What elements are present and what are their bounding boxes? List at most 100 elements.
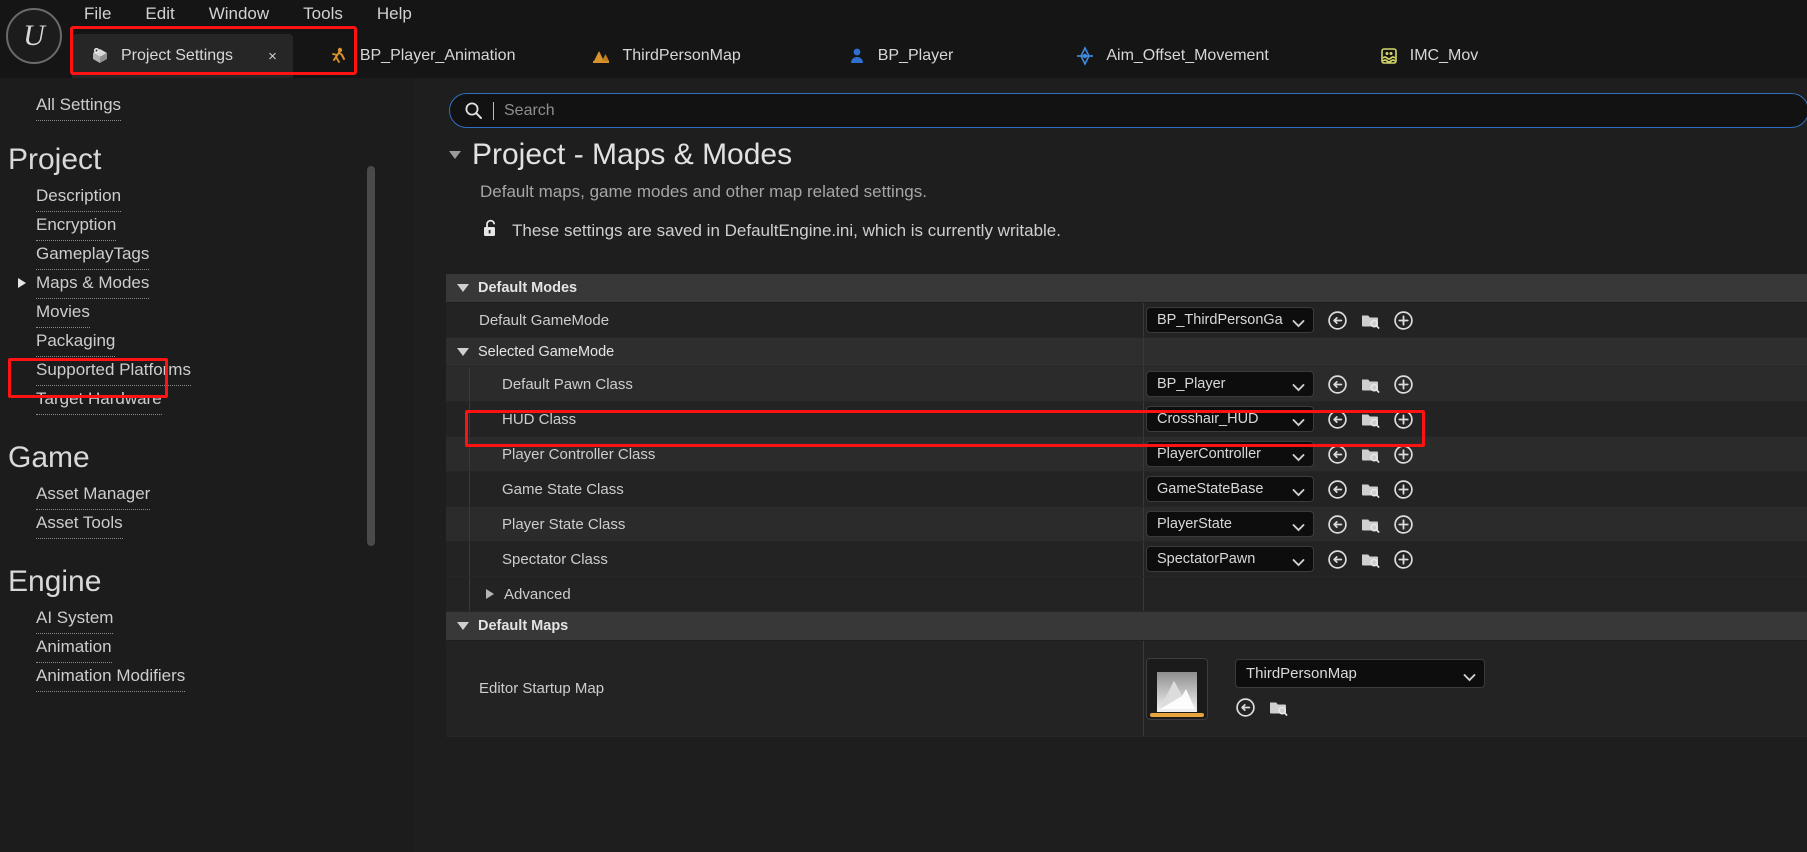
section-header-default-modes[interactable]: Default Modes <box>446 274 1807 303</box>
spectator-class-dropdown[interactable]: SpectatorPawn <box>1146 546 1314 572</box>
chevron-down-icon <box>1292 520 1305 531</box>
menu-edit[interactable]: Edit <box>141 2 178 26</box>
hud-class-dropdown[interactable]: Crosshair_HUD <box>1146 406 1314 432</box>
sidebar-item-target-hardware[interactable]: Target Hardware <box>36 386 162 415</box>
settings-navigation-panel: All Settings Project Description Encrypt… <box>0 78 413 852</box>
sidebar-item-animation-modifiers[interactable]: Animation Modifiers <box>36 663 186 692</box>
settings-detail-panel: Search Project - Maps & Modes Default ma… <box>413 78 1807 852</box>
sidebar-row-animation-modifiers: Animation Modifiers <box>0 663 380 692</box>
section-header-selected-gamemode[interactable]: Selected GameMode <box>446 338 1807 367</box>
add-new-icon[interactable] <box>1393 310 1414 331</box>
menu-file[interactable]: File <box>80 2 115 26</box>
tab-label: IMC_Mov <box>1409 47 1479 64</box>
tab-bp-player[interactable]: BP_Player <box>829 34 970 78</box>
reset-to-default-icon[interactable] <box>1327 444 1348 465</box>
default-pawn-class-dropdown[interactable]: BP_Player <box>1146 371 1314 397</box>
add-new-icon[interactable] <box>1393 549 1414 570</box>
reset-to-default-icon[interactable] <box>1327 514 1348 535</box>
sidebar-item-packaging[interactable]: Packaging <box>36 328 116 357</box>
chevron-right-icon[interactable] <box>18 278 26 288</box>
add-new-icon[interactable] <box>1393 514 1414 535</box>
table-row-player-state-class: Player State Class PlayerState <box>446 507 1807 542</box>
chevron-down-icon <box>1292 316 1305 327</box>
editor-startup-map-dropdown[interactable]: ThirdPersonMap <box>1235 659 1485 688</box>
search-bar: Search <box>449 93 1807 128</box>
chevron-down-icon <box>1292 485 1305 496</box>
default-gamemode-dropdown[interactable]: BP_ThirdPersonGa <box>1146 307 1314 333</box>
indent-guide <box>469 367 470 401</box>
search-placeholder: Search <box>504 101 555 119</box>
browse-content-icon[interactable] <box>1360 409 1381 430</box>
sidebar-item-maps-and-modes[interactable]: Maps & Modes <box>36 270 150 299</box>
reset-to-default-icon[interactable] <box>1327 479 1348 500</box>
sidebar-row-target-hardware: Target Hardware <box>0 386 380 415</box>
map-thumbnail-icon[interactable] <box>1146 657 1208 720</box>
tab-label: Aim_Offset_Movement <box>1106 47 1269 64</box>
browse-content-icon[interactable] <box>1360 479 1381 500</box>
reset-to-default-icon[interactable] <box>1327 310 1348 331</box>
column-divider <box>1143 402 1144 436</box>
sidebar-item-ai-system[interactable]: AI System <box>36 605 114 634</box>
sidebar-item-encryption[interactable]: Encryption <box>36 212 117 241</box>
section-header-default-maps[interactable]: Default Maps <box>446 612 1807 641</box>
menu-tools[interactable]: Tools <box>299 2 347 26</box>
indent-guide <box>469 437 470 471</box>
sidebar-item-all-settings[interactable]: All Settings <box>36 92 122 121</box>
tab-project-settings[interactable]: Project Settings × <box>72 34 293 78</box>
page-title: Project - Maps & Modes <box>472 138 793 171</box>
player-controller-class-dropdown[interactable]: PlayerController <box>1146 441 1314 467</box>
reset-to-default-icon[interactable] <box>1327 549 1348 570</box>
sidebar-item-animation[interactable]: Animation <box>36 634 112 663</box>
column-divider <box>1143 437 1144 471</box>
sidebar-row-maps-and-modes: Maps & Modes <box>0 270 380 299</box>
sidebar-item-supported-platforms[interactable]: Supported Platforms <box>36 357 191 386</box>
sidebar-item-gameplaytags[interactable]: GameplayTags <box>36 241 150 270</box>
column-divider <box>1143 542 1144 576</box>
sidebar-row-description: Description <box>0 183 380 212</box>
add-new-icon[interactable] <box>1393 409 1414 430</box>
sidebar-row-ai-system: AI System <box>0 605 380 634</box>
browse-content-icon[interactable] <box>1360 549 1381 570</box>
browse-content-icon[interactable] <box>1360 374 1381 395</box>
browse-content-icon[interactable] <box>1360 310 1381 331</box>
browse-content-icon[interactable] <box>1360 514 1381 535</box>
browse-content-icon[interactable] <box>1268 697 1289 718</box>
table-row-spectator-class: Spectator Class SpectatorPawn <box>446 542 1807 577</box>
chevron-down-icon[interactable] <box>457 348 469 356</box>
tab-aim-offset-movement[interactable]: Aim_Offset_Movement <box>1057 34 1284 78</box>
table-row-advanced[interactable]: Advanced <box>446 577 1807 612</box>
sidebar-item-asset-tools[interactable]: Asset Tools <box>36 510 123 539</box>
chevron-down-icon[interactable] <box>457 284 469 292</box>
chevron-down-icon[interactable] <box>449 151 461 159</box>
player-state-class-dropdown[interactable]: PlayerState <box>1146 511 1314 537</box>
menu-window[interactable]: Window <box>205 2 273 26</box>
sidebar-item-description[interactable]: Description <box>36 183 122 212</box>
close-icon[interactable]: × <box>268 48 277 65</box>
add-new-icon[interactable] <box>1393 479 1414 500</box>
browse-content-icon[interactable] <box>1360 444 1381 465</box>
menu-help[interactable]: Help <box>373 2 416 26</box>
tab-bp-player-animation[interactable]: BP_Player_Animation <box>311 34 532 78</box>
column-divider <box>1143 641 1144 736</box>
property-label: Game State Class <box>502 480 624 498</box>
reset-to-default-icon[interactable] <box>1235 697 1256 718</box>
sidebar-item-asset-manager[interactable]: Asset Manager <box>36 481 151 510</box>
sidebar-scrollbar-thumb[interactable] <box>367 166 375 546</box>
reset-to-default-icon[interactable] <box>1327 409 1348 430</box>
unreal-logo-icon[interactable]: U <box>6 8 62 64</box>
add-new-icon[interactable] <box>1393 444 1414 465</box>
unlock-icon <box>480 218 500 243</box>
indent-guide <box>469 472 470 506</box>
sidebar-item-movies[interactable]: Movies <box>36 299 90 328</box>
chevron-down-icon[interactable] <box>457 622 469 630</box>
reset-to-default-icon[interactable] <box>1327 374 1348 395</box>
tab-thirdpersonmap[interactable]: ThirdPersonMap <box>573 34 756 78</box>
table-row-default-gamemode: Default GameMode BP_ThirdPersonGa <box>446 303 1807 338</box>
chevron-right-icon[interactable] <box>486 589 494 599</box>
game-state-class-dropdown[interactable]: GameStateBase <box>1146 476 1314 502</box>
search-input[interactable]: Search <box>449 93 1807 128</box>
sidebar-row-asset-tools: Asset Tools <box>0 510 380 539</box>
unreal-editor-window: U File Edit Window Tools Help Project Se… <box>0 0 1807 852</box>
add-new-icon[interactable] <box>1393 374 1414 395</box>
tab-imc-mov[interactable]: IMC_Mov <box>1361 34 1494 78</box>
